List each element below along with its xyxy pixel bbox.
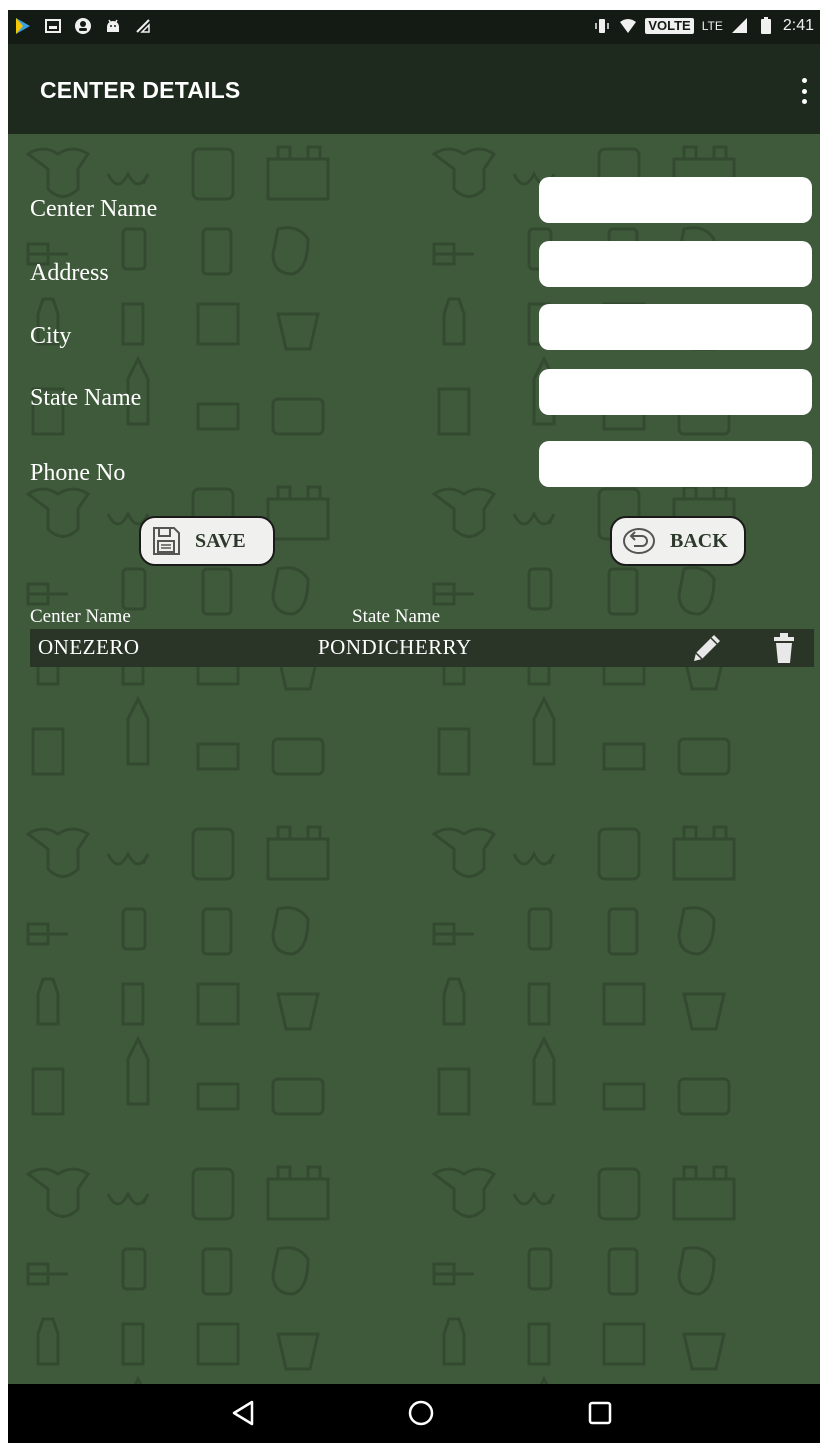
city-label: City <box>30 323 72 349</box>
signal-icon <box>731 18 747 33</box>
app-screen: VOLTE LTE 2:41 CENTER DETAILS Center Nam… <box>8 10 820 1443</box>
city-input[interactable] <box>539 304 812 350</box>
battery-icon <box>760 17 771 34</box>
recents-square-icon[interactable] <box>586 1398 614 1428</box>
center-name-label: Center Name <box>30 196 158 222</box>
row-center-name: ONEZERO <box>38 635 140 659</box>
center-name-input[interactable] <box>539 177 812 223</box>
android-icon <box>107 19 119 32</box>
no-signal-icon <box>136 19 150 33</box>
phone-label: Phone No <box>30 460 126 486</box>
save-button-label: SAVE <box>195 529 246 552</box>
app-bar: CENTER DETAILS <box>8 44 820 134</box>
more-vert-icon[interactable] <box>796 74 812 108</box>
column-header-state-name: State Name <box>352 606 441 627</box>
navigation-bar <box>8 1384 820 1443</box>
phone-input[interactable] <box>539 441 812 487</box>
status-right-icons: VOLTE LTE 2:41 <box>593 17 814 35</box>
account-icon <box>75 18 91 34</box>
row-state-name: PONDICHERRY <box>318 635 472 659</box>
home-circle-icon[interactable] <box>406 1398 436 1428</box>
back-button[interactable]: BACK <box>610 516 746 566</box>
save-button[interactable]: SAVE <box>139 516 275 566</box>
clock: 2:41 <box>782 17 814 34</box>
wifi-icon <box>620 19 637 33</box>
network-type: LTE <box>701 19 723 33</box>
state-name-label: State Name <box>30 385 142 411</box>
page-title: CENTER DETAILS <box>40 77 241 103</box>
status-bar: VOLTE LTE 2:41 <box>8 10 820 44</box>
state-name-input[interactable] <box>539 369 812 415</box>
play-store-icon <box>16 18 30 34</box>
pencil-icon[interactable] <box>690 631 724 665</box>
undo-icon <box>623 528 655 554</box>
column-header-center-name: Center Name <box>30 606 131 627</box>
address-input[interactable] <box>539 241 812 287</box>
table-row[interactable]: ONEZERO PONDICHERRY <box>30 629 814 667</box>
back-triangle-icon[interactable] <box>230 1398 258 1428</box>
vibrate-icon <box>595 19 610 33</box>
floppy-disk-icon <box>153 527 180 555</box>
image-icon <box>45 19 61 33</box>
back-button-label: BACK <box>670 529 728 552</box>
trash-icon[interactable] <box>772 631 796 665</box>
address-label: Address <box>30 260 109 286</box>
volte-badge: VOLTE <box>645 18 694 34</box>
status-left-icons <box>14 17 152 35</box>
